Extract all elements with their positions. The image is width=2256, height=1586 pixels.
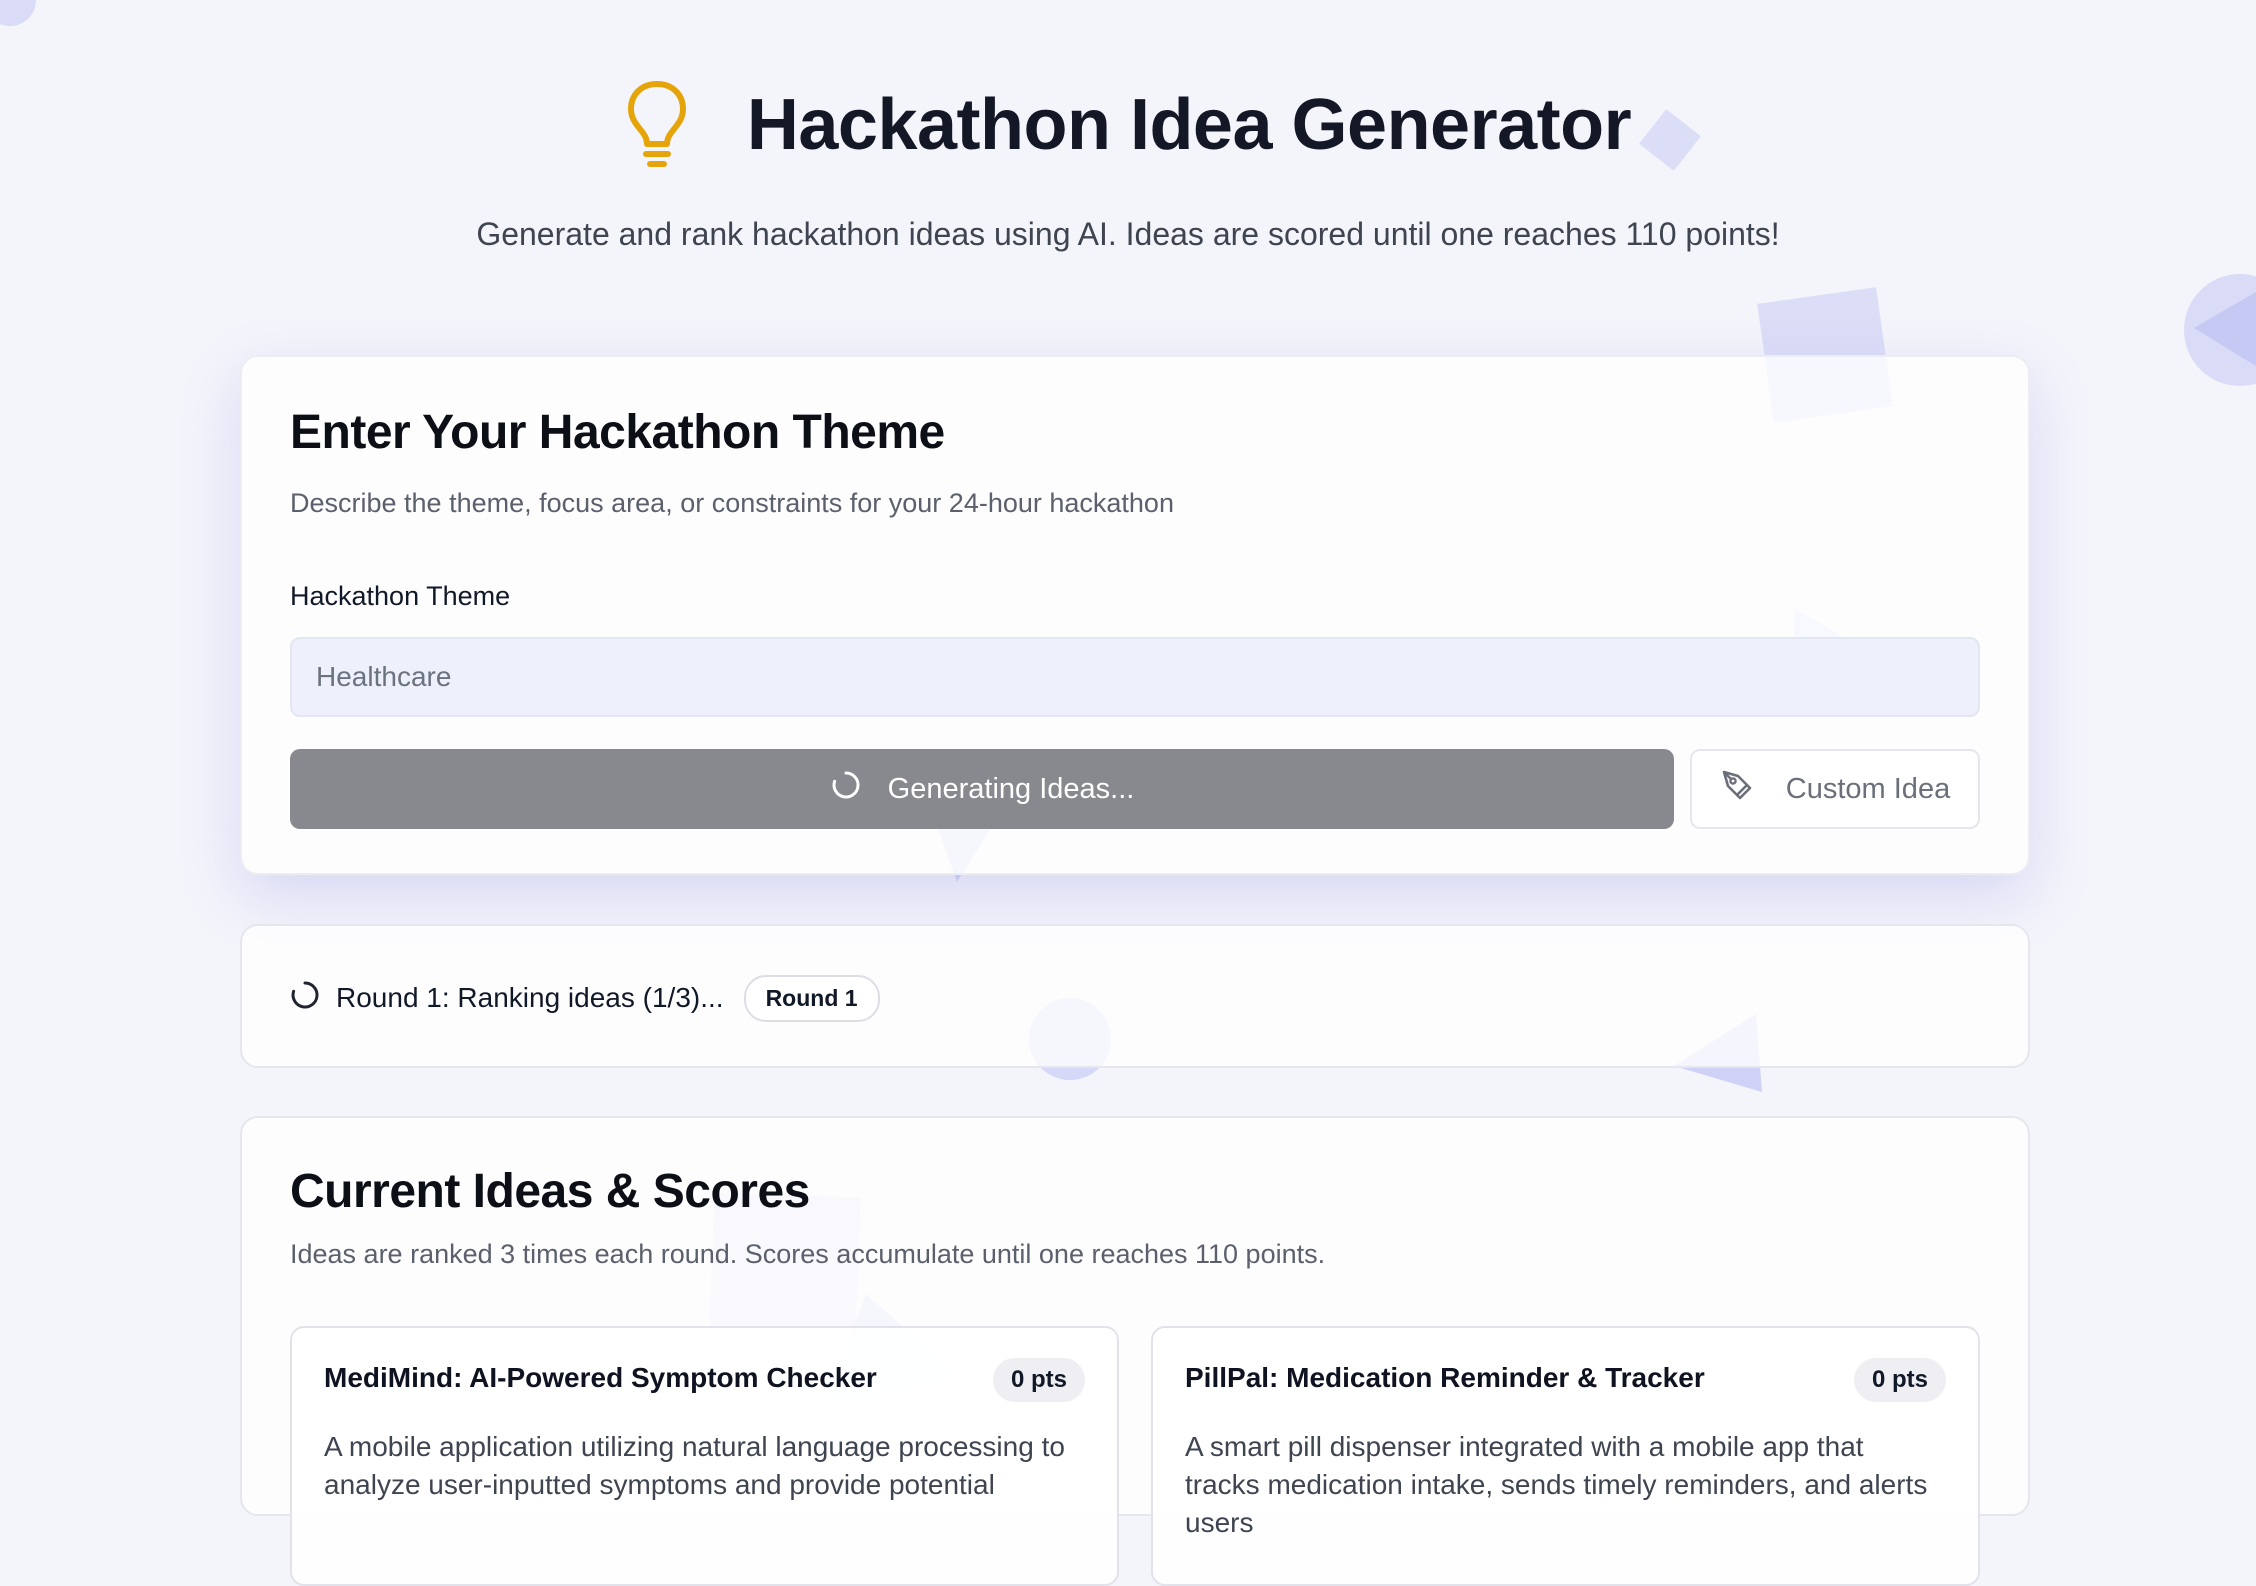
- lightbulb-icon: [625, 78, 689, 173]
- ideas-heading: Current Ideas & Scores: [290, 1165, 810, 1218]
- pen-tool-icon: [1720, 768, 1754, 810]
- theme-field-label: Hackathon Theme: [290, 581, 511, 611]
- status-row: Round 1: Ranking ideas (1/3)... Round 1: [290, 926, 880, 1070]
- generate-ideas-label: Generating Ideas...: [887, 772, 1135, 805]
- round-badge: Round 1: [743, 974, 880, 1022]
- loading-spinner-icon: [830, 769, 862, 809]
- idea-card[interactable]: MediMind: AI-Powered Symptom Checker 0 p…: [290, 1326, 1119, 1586]
- idea-points-badge: 0 pts: [992, 1358, 1085, 1402]
- page-subtitle: Generate and rank hackathon ideas using …: [476, 216, 1780, 252]
- ideas-card: Current Ideas & Scores Ideas are ranked …: [240, 1116, 2030, 1586]
- decorative-circle-top-left: [0, 0, 36, 26]
- status-text: Round 1: Ranking ideas (1/3)...: [336, 982, 724, 1013]
- status-card: Round 1: Ranking ideas (1/3)... Round 1: [240, 924, 2030, 1068]
- ideas-description: Ideas are ranked 3 times each round. Sco…: [290, 1239, 1326, 1269]
- decorative-circle-right-edge: [2184, 274, 2256, 386]
- idea-points-badge: 0 pts: [1853, 1358, 1946, 1402]
- theme-card-heading: Enter Your Hackathon Theme: [290, 406, 945, 459]
- custom-idea-button[interactable]: Custom Idea: [1690, 749, 1980, 829]
- page-header: Hackathon Idea Generator Generate and ra…: [0, 70, 2256, 253]
- generate-ideas-button[interactable]: Generating Ideas...: [290, 749, 1674, 829]
- custom-idea-label: Custom Idea: [1785, 772, 1951, 805]
- ideas-grid: MediMind: AI-Powered Symptom Checker 0 p…: [290, 1326, 1980, 1586]
- title-row: Hackathon Idea Generator: [0, 70, 2256, 180]
- idea-title: PillPal: Medication Reminder & Tracker: [1185, 1362, 1705, 1393]
- page-title: Hackathon Idea Generator: [746, 85, 1632, 165]
- idea-card[interactable]: PillPal: Medication Reminder & Tracker 0…: [1151, 1326, 1980, 1586]
- idea-title: MediMind: AI-Powered Symptom Checker: [324, 1362, 877, 1393]
- theme-actions: Generating Ideas... Custom Idea: [290, 749, 1980, 829]
- theme-card: Enter Your Hackathon Theme Describe the …: [240, 355, 2030, 875]
- loading-spinner-icon: [290, 980, 320, 1017]
- idea-description: A mobile application utilizing natural l…: [324, 1431, 1065, 1500]
- theme-input[interactable]: [290, 637, 1980, 717]
- theme-card-description: Describe the theme, focus area, or const…: [290, 488, 1174, 518]
- idea-description: A smart pill dispenser integrated with a…: [1185, 1431, 1928, 1538]
